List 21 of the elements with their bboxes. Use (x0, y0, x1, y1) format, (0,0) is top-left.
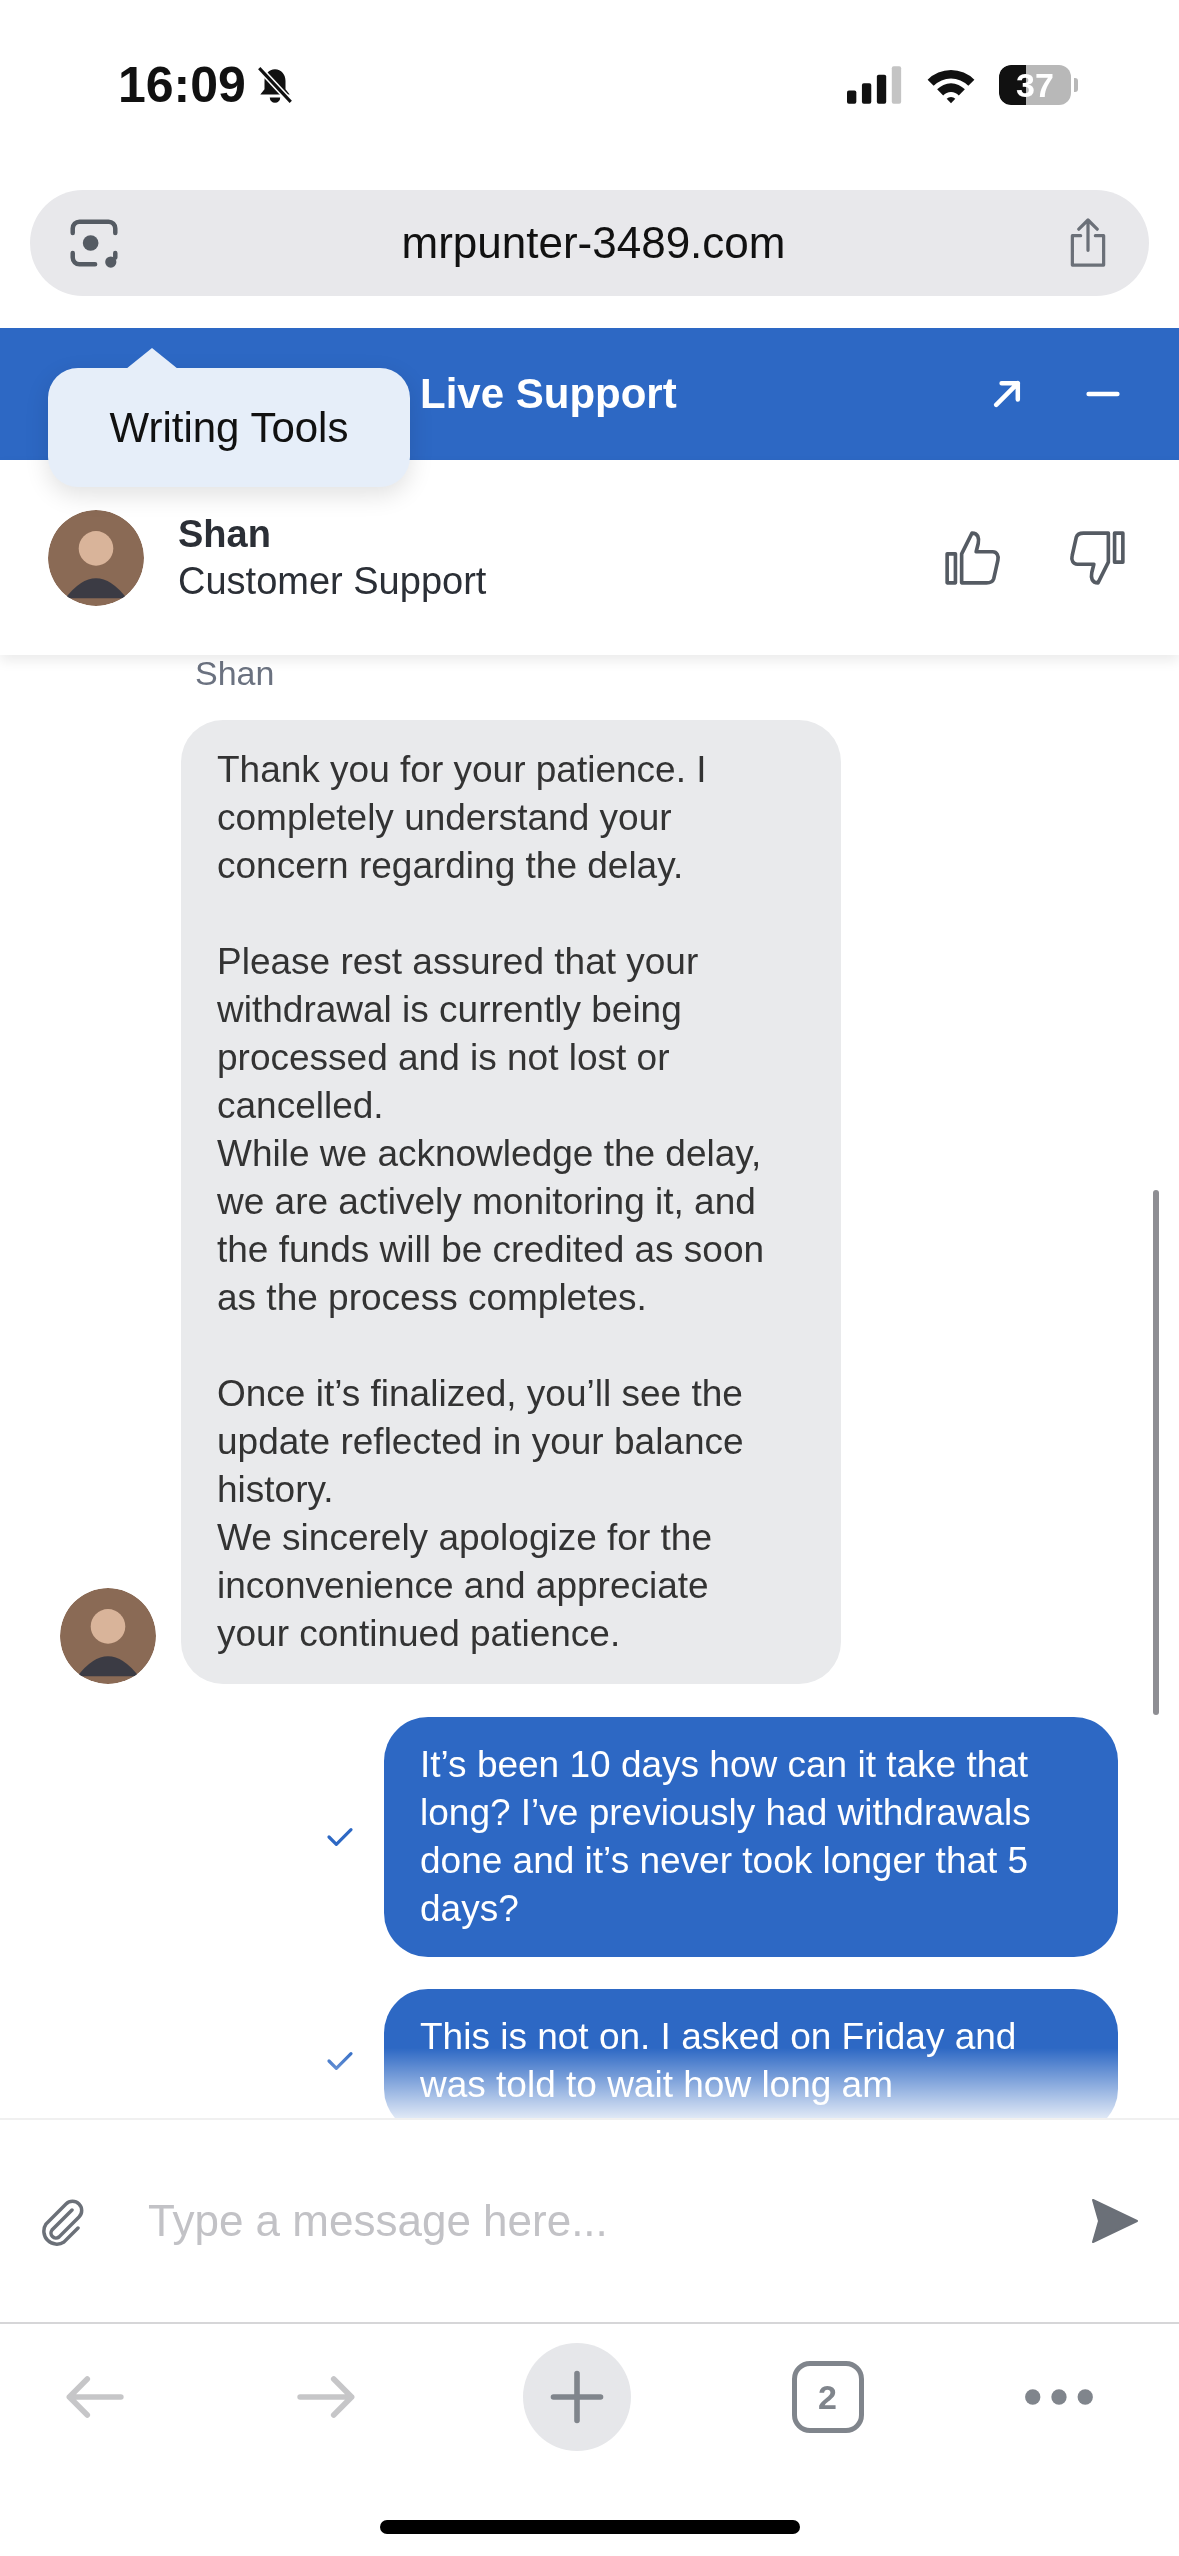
message-bubble: Thank you for your patience. I completely understand your concern regarding the delay. Please rest assured that your withdrawal is currently being processed and is not lost or cancelled. While we acknowledge the delay, we are actively monitoring it, and the funds will be credited as soon as the process completes. Once it’s finalized, you’ll see the update reflected in your balance history. We sincerely apologize for the inconvenience and appreciate your continued patience. (181, 720, 841, 1684)
more-icon[interactable] (1024, 2388, 1094, 2406)
agent-role: Customer Support (178, 559, 488, 603)
thumbs-up-icon[interactable] (943, 528, 1001, 587)
address-bar[interactable]: mrpunter-3489.com (30, 190, 1149, 296)
chat-title: Live Support (420, 370, 677, 418)
writing-tools-popover[interactable]: Writing Tools (48, 368, 410, 487)
plus-icon (549, 2369, 605, 2425)
message-bubble: It’s been 10 days how can it take that long? I’ve previously had withdrawals done and it’s never took longer that 5 days? (384, 1717, 1118, 1957)
signal-icon (847, 66, 903, 104)
popover-tip (126, 348, 178, 369)
tab-count-button[interactable]: 2 (791, 2361, 864, 2433)
message-input[interactable]: Type a message here... (146, 2195, 1089, 2247)
message-bubble: This is not on. I asked on Friday and was told to wait how long am (384, 1989, 1118, 2118)
url-text: mrpunter-3489.com (401, 218, 786, 268)
scrollbar[interactable] (1153, 1190, 1159, 1715)
thumbs-down-icon[interactable] (1069, 528, 1127, 587)
agent-name: Shan (178, 512, 272, 556)
clock: 16:09 (118, 56, 246, 114)
send-icon[interactable] (1089, 2196, 1139, 2246)
sender-name: Shan (195, 655, 276, 691)
